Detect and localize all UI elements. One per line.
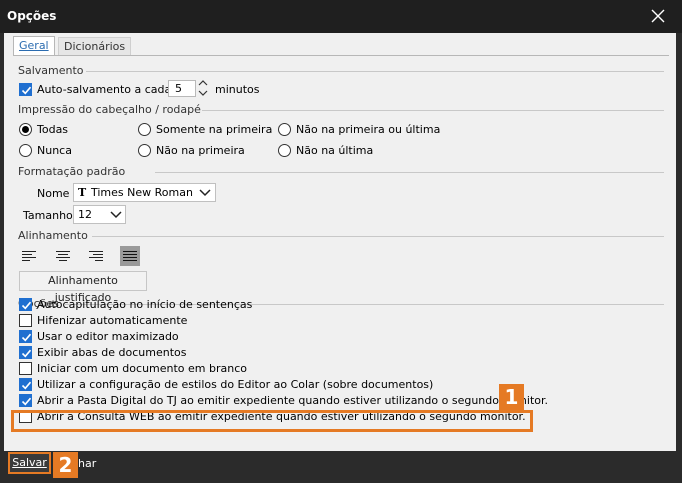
option-checkbox[interactable] bbox=[19, 378, 32, 391]
tab-dicionarios[interactable]: Dicionários bbox=[58, 37, 132, 57]
tab-panel-geral: Salvamento Auto-salvamento a cada 5 minu… bbox=[13, 55, 669, 452]
chevron-down-icon bbox=[199, 189, 211, 197]
radio-nao-primeira[interactable] bbox=[138, 144, 151, 157]
option-checkbox[interactable] bbox=[19, 394, 32, 407]
option-checkbox[interactable] bbox=[19, 362, 32, 375]
radio-nao-ultima-label: Não na última bbox=[296, 144, 374, 157]
divider bbox=[155, 172, 664, 173]
callout-badge-2: 2 bbox=[53, 452, 78, 478]
radio-nunca[interactable] bbox=[19, 144, 32, 157]
option-label: Autocapitulação no início de sentenças bbox=[37, 298, 253, 311]
font-size-value: 12 bbox=[78, 208, 92, 221]
option-checkbox[interactable] bbox=[19, 314, 32, 327]
divider bbox=[92, 236, 664, 237]
section-salvamento: Salvamento bbox=[18, 64, 84, 78]
option-checkbox[interactable] bbox=[19, 346, 32, 359]
interval-unit-label: minutos bbox=[215, 83, 260, 96]
option-label: Hifenizar automaticamente bbox=[37, 314, 188, 327]
align-left-button[interactable] bbox=[19, 246, 39, 266]
cancel-button[interactable]: har bbox=[78, 457, 96, 470]
divider bbox=[86, 71, 664, 72]
radio-nao-primeira-label: Não na primeira bbox=[156, 144, 245, 157]
option-label: Abrir a Pasta Digital do TJ ao emitir ex… bbox=[37, 394, 549, 407]
section-title: Alinhamento bbox=[18, 229, 88, 242]
option-checkbox[interactable] bbox=[19, 298, 32, 311]
radio-todas[interactable] bbox=[19, 123, 32, 136]
font-size-select[interactable]: 12 bbox=[73, 205, 126, 224]
autosave-interval-input[interactable]: 5 bbox=[168, 80, 196, 97]
close-icon[interactable] bbox=[646, 6, 670, 28]
section-alinhamento: Alinhamento bbox=[18, 229, 88, 243]
radio-nao-primeira-ultima[interactable] bbox=[278, 123, 291, 136]
option-label: Exibir abas de documentos bbox=[37, 346, 187, 359]
align-center-button[interactable] bbox=[53, 246, 73, 266]
font-size-label: Tamanho bbox=[23, 209, 73, 222]
option-checkbox[interactable] bbox=[19, 330, 32, 343]
title-bar: Opções bbox=[0, 0, 682, 33]
highlight-box-1 bbox=[11, 410, 533, 432]
radio-nao-primeira-ultima-label: Não na primeira ou última bbox=[296, 123, 441, 136]
footer-bar: har bbox=[0, 451, 682, 476]
autosave-checkbox[interactable] bbox=[19, 83, 32, 96]
dialog-body: Geral Dicionários Salvamento Auto-salvam… bbox=[4, 33, 676, 452]
section-title: Salvamento bbox=[18, 64, 84, 77]
option-label: Iniciar com um documento em branco bbox=[37, 362, 248, 375]
align-right-button[interactable] bbox=[86, 246, 106, 266]
radio-nao-ultima[interactable] bbox=[278, 144, 291, 157]
option-label: Usar o editor maximizado bbox=[37, 330, 179, 343]
autosave-label: Auto-salvamento a cada bbox=[37, 83, 172, 96]
section-title: Formatação padrão bbox=[18, 165, 126, 178]
window-title: Opções bbox=[7, 9, 57, 23]
save-button[interactable]: Salvar bbox=[8, 452, 51, 474]
callout-badge-1: 1 bbox=[499, 384, 524, 410]
option-label: Utilizar a configuração de estilos do Ed… bbox=[37, 378, 434, 391]
section-formatacao: Formatação padrão bbox=[18, 165, 125, 179]
section-impressao: Impressão do cabeçalho / rodapé bbox=[18, 103, 201, 117]
font-name-select[interactable]: T Times New Roman bbox=[73, 183, 216, 202]
align-justify-button[interactable] bbox=[120, 246, 140, 266]
chevron-down-icon bbox=[110, 211, 122, 219]
radio-nunca-label: Nunca bbox=[37, 144, 72, 157]
font-type-icon: T bbox=[78, 186, 87, 199]
section-title: Impressão do cabeçalho / rodapé bbox=[18, 103, 201, 116]
divider bbox=[202, 110, 664, 111]
radio-todas-label: Todas bbox=[37, 123, 69, 136]
interval-stepper-icon[interactable] bbox=[197, 78, 209, 98]
radio-somente-primeira-label: Somente na primeira bbox=[156, 123, 273, 136]
alignment-tooltip: Alinhamento justificado bbox=[19, 271, 147, 304]
font-name-value: Times New Roman bbox=[91, 186, 193, 199]
radio-somente-primeira[interactable] bbox=[138, 123, 151, 136]
font-name-label: Nome bbox=[37, 187, 70, 200]
tab-geral[interactable]: Geral bbox=[13, 36, 55, 57]
